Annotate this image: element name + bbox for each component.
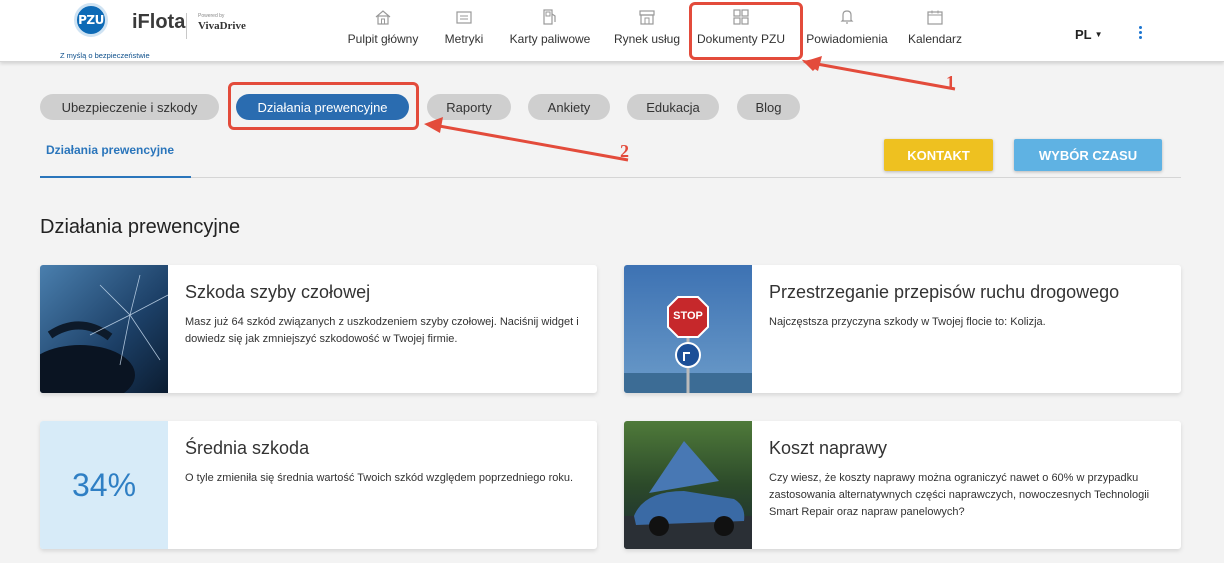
card-average-damage[interactable]: 34% Średnia szkoda O tyle zmieniła się ś… (40, 421, 597, 549)
fuel-pump-icon (541, 9, 559, 25)
logo-tagline: Z myślą o bezpieczeństwie (60, 51, 150, 60)
nav-item-metrics[interactable]: Metryki (440, 0, 488, 62)
stop-sign-image: STOP (624, 265, 752, 393)
partner-name: VivaDrive (198, 20, 246, 32)
card-windshield-damage[interactable]: Szkoda szyby czołowej Masz już 64 szkód … (40, 265, 597, 393)
card-title: Koszt naprawy (769, 438, 888, 458)
card-title: Średnia szkoda (185, 438, 310, 458)
nav-item-calendar[interactable]: Kalendarz (905, 0, 965, 62)
app-name: iFlota (132, 11, 186, 33)
subtab-preventive-actions[interactable]: Działania prewencyjne (46, 143, 174, 157)
windshield-image (40, 265, 168, 393)
card-description: Najczęstsza przyczyna szkody w Twojej fl… (769, 316, 1046, 328)
annotation-highlight-box (228, 82, 419, 130)
calendar-icon (926, 9, 944, 25)
annotation-highlight-box (689, 2, 803, 60)
card-title: Przestrzeganie przepisów ruchu drogowego (769, 282, 1120, 302)
top-header: PZU Z myślą o bezpieczeństwie iFlota Pow… (0, 0, 1224, 62)
app-separator (186, 13, 187, 39)
language-selector[interactable]: PL ▼ (1075, 27, 1103, 42)
pill-insurance-claims[interactable]: Ubezpieczenie i szkody (40, 94, 219, 120)
pill-blog[interactable]: Blog (737, 94, 800, 120)
nav-label: Karty paliwowe (509, 32, 591, 46)
nav-label: Metryki (444, 32, 484, 46)
section-title: Działania prewencyjne (40, 216, 241, 238)
card-description: Masz już 64 szkód związanych z uszkodzen… (185, 316, 579, 345)
subtab-divider (40, 177, 1181, 178)
contact-button[interactable]: KONTAKT (884, 139, 993, 171)
card-title: Szkoda szyby czołowej (185, 282, 371, 302)
card-description: O tyle zmieniła się średnia wartość Twoi… (185, 472, 574, 484)
stat-value: 34% (40, 421, 168, 549)
powered-by-label: Powered by (198, 13, 225, 19)
pill-surveys[interactable]: Ankiety (528, 94, 610, 120)
language-label: PL (1075, 27, 1092, 42)
pzu-logo[interactable]: PZU (74, 3, 108, 37)
card-repair-cost[interactable]: Koszt naprawy Czy wiesz, że koszty napra… (624, 421, 1181, 549)
broken-car-image (624, 421, 752, 549)
annotation-arrow-2 (424, 117, 629, 162)
store-icon (638, 9, 656, 25)
nav-item-dashboard[interactable]: Pulpit główny (344, 0, 422, 62)
caret-down-icon: ▼ (1094, 30, 1103, 39)
nav-label: Kalendarz (907, 32, 963, 46)
home-icon (374, 9, 392, 25)
pill-reports[interactable]: Raporty (427, 94, 511, 120)
time-selection-button[interactable]: WYBÓR CZASU (1014, 139, 1162, 171)
more-menu-icon[interactable] (1139, 26, 1142, 39)
metrics-icon (455, 9, 473, 25)
card-traffic-rules[interactable]: STOP Przestrzeganie przepisów ruchu drog… (624, 265, 1181, 393)
stat-box: 34% (40, 421, 168, 549)
card-description: Czy wiesz, że koszty naprawy można ogran… (769, 472, 1150, 518)
nav-label: Rynek usług (613, 32, 681, 46)
nav-label: Powiadomienia (806, 32, 888, 46)
nav-item-notifications[interactable]: Powiadomienia (806, 0, 888, 62)
nav-item-fuel-cards[interactable]: Karty paliwowe (505, 0, 595, 62)
bell-icon (838, 9, 856, 25)
pill-education[interactable]: Edukacja (627, 94, 719, 120)
stop-sign-text: STOP (673, 310, 703, 322)
nav-label: Pulpit główny (347, 32, 419, 46)
annotation-number-1: 1 (946, 72, 955, 92)
annotation-number-2: 2 (620, 141, 629, 161)
subtab-active-indicator (40, 176, 191, 178)
nav-item-services-market[interactable]: Rynek usług (611, 0, 683, 62)
